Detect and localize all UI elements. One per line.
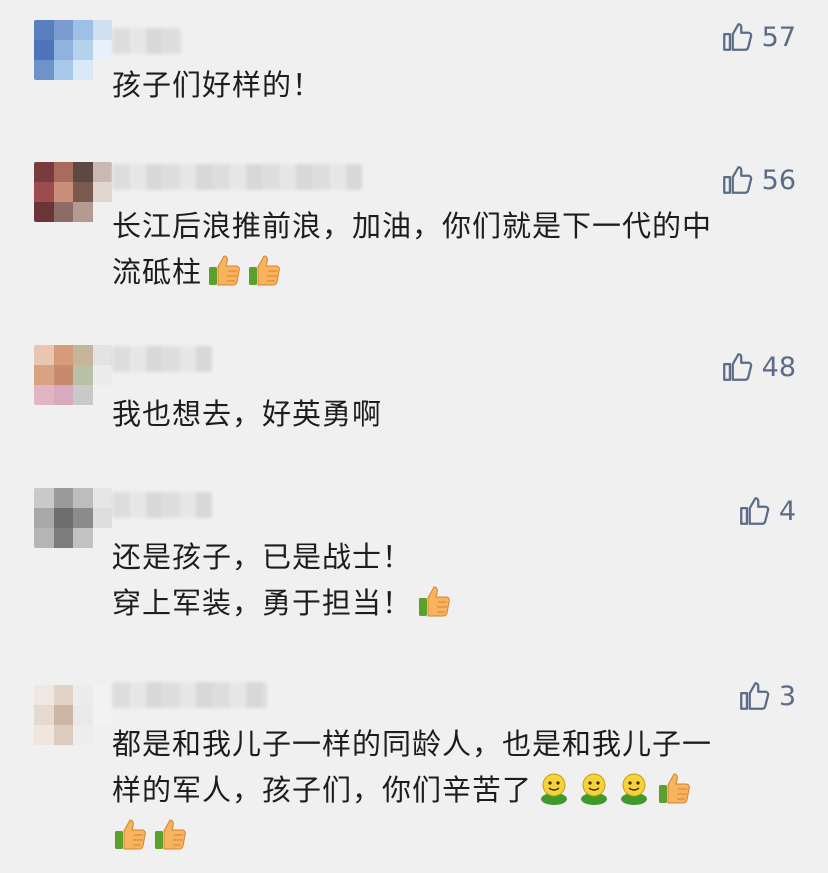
avatar[interactable] [34,345,112,405]
thumbs-up-emoji-icon [206,252,242,288]
avatar[interactable] [34,162,112,222]
thumbs-up-emoji-icon [152,816,188,852]
avatar[interactable] [34,20,112,80]
thumbs-up-emoji-icon [416,583,452,619]
comment-line: 我也想去，好英勇啊 [112,397,383,431]
username-blurred[interactable] [112,682,267,708]
like-count: 56 [761,164,796,196]
comment-text: 我也想去，好英勇啊 [112,391,788,437]
thumbs-up-outline-icon [737,494,771,528]
comment-line: 长江后浪推前浪，加油，你们就是下一代的中 [112,209,713,243]
username-blurred[interactable] [112,492,212,518]
comment-line: 穿上军装，勇于担当！ [112,586,413,620]
comment-line: 都是和我儿子一样的同龄人，也是和我儿子一 [112,727,713,761]
thumbs-up-outline-icon [737,679,771,713]
avatar[interactable] [34,685,112,745]
like-button[interactable]: 48 [720,350,796,384]
like-button[interactable]: 4 [737,494,796,528]
thumbs-up-emoji-icon [246,252,282,288]
comment-line: 孩子们好样的！ [112,68,323,102]
comment-text: 还是孩子，已是战士！ 穿上军装，勇于担当！ [112,534,788,626]
username-blurred[interactable] [112,346,212,372]
thumbs-up-outline-icon [720,20,754,54]
comment-line: 样的军人，孩子们，你们辛苦了 [112,773,533,807]
thumbs-up-outline-icon [720,350,754,384]
like-button[interactable]: 57 [720,20,796,54]
like-count: 3 [778,680,796,712]
thumbs-up-emoji-icon [112,816,148,852]
thumbs-up-outline-icon [720,163,754,197]
like-button[interactable]: 3 [737,679,796,713]
smiley-emoji-icon [616,770,652,806]
comment-line: 流砥柱 [112,255,203,289]
like-count: 4 [778,495,796,527]
smiley-emoji-icon [576,770,612,806]
like-count: 48 [761,351,796,383]
like-button[interactable]: 56 [720,163,796,197]
comment-text: 长江后浪推前浪，加油，你们就是下一代的中 流砥柱 [112,203,788,295]
comment-line: 还是孩子，已是战士！ [112,540,413,574]
like-count: 57 [761,21,796,53]
comment-text: 都是和我儿子一样的同龄人，也是和我儿子一 样的军人，孩子们，你们辛苦了 [112,721,788,859]
thumbs-up-emoji-icon [656,770,692,806]
username-blurred[interactable] [112,28,182,54]
username-blurred[interactable] [112,164,362,190]
comment-text: 孩子们好样的！ [112,62,788,108]
avatar[interactable] [34,488,112,548]
smiley-emoji-icon [536,770,572,806]
